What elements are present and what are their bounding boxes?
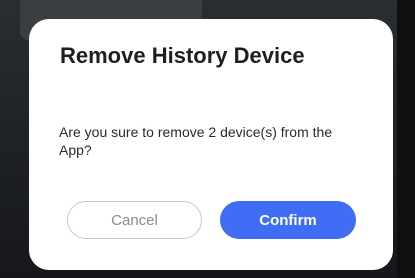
dialog-message: Are you sure to remove 2 device(s) from … — [59, 124, 333, 158]
dialog-title: Remove History Device — [60, 43, 305, 68]
background-edge — [397, 0, 415, 278]
confirm-button[interactable]: Confirm — [220, 201, 356, 239]
remove-device-dialog: Remove History Device Are you sure to re… — [29, 19, 393, 270]
cancel-button[interactable]: Cancel — [67, 201, 202, 239]
